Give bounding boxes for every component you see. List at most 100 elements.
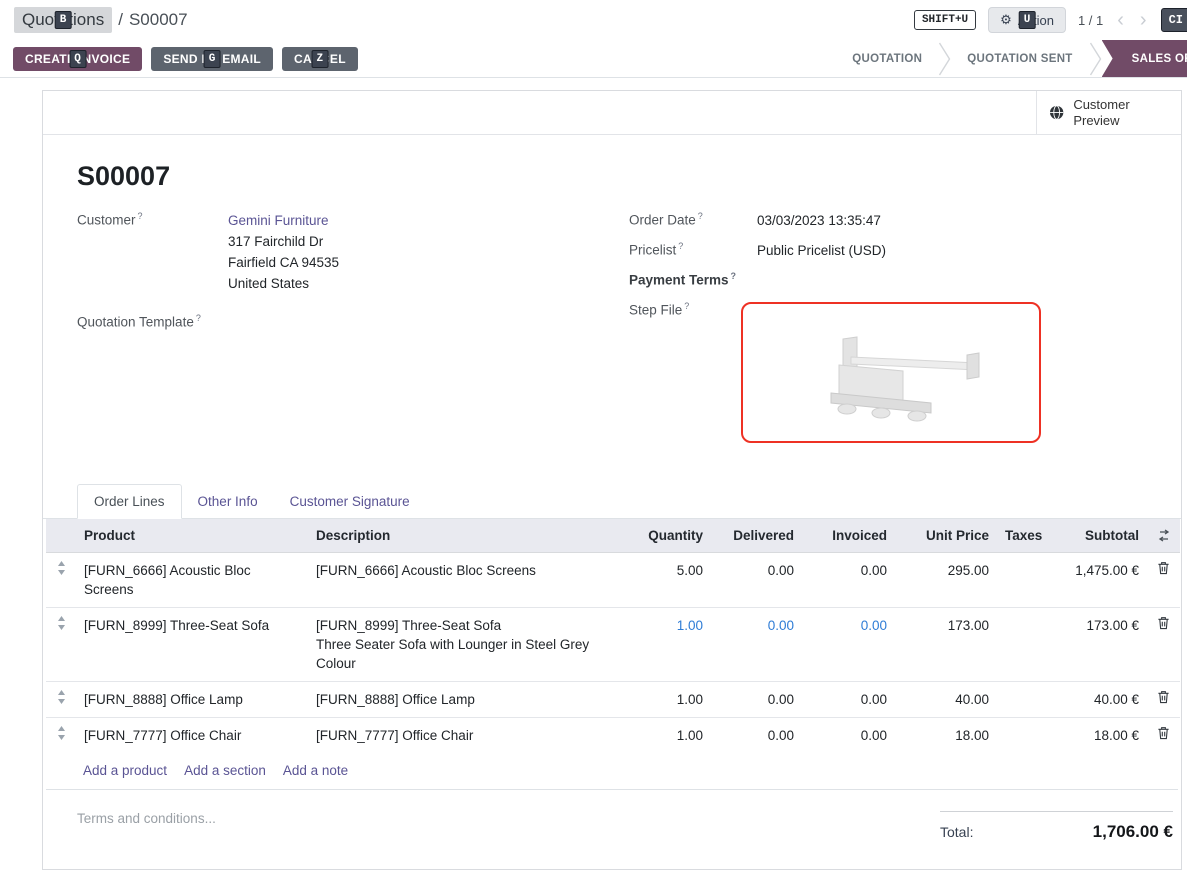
cell-delivered[interactable]: 0.00 xyxy=(711,681,802,717)
cell-invoiced[interactable]: 0.00 xyxy=(802,717,895,753)
cell-product[interactable]: [FURN_8888] Office Lamp xyxy=(76,681,308,717)
cell-quantity[interactable]: 1.00 xyxy=(615,717,711,753)
cell-description[interactable]: [FURN_8999] Three-Seat SofaThree Seater … xyxy=(308,607,615,681)
order-lines-table: Product Description Quantity Delivered I… xyxy=(46,519,1180,753)
add-a-note-link[interactable]: Add a note xyxy=(283,763,348,778)
odoo-sale-order-page: { "colors": { "primary": "#714B67", "lin… xyxy=(0,0,1187,827)
drag-handle[interactable] xyxy=(46,552,76,607)
cell-product[interactable]: [FURN_7777] Office Chair xyxy=(76,717,308,753)
column-delivered[interactable]: Delivered xyxy=(711,519,802,553)
cell-unit-price[interactable]: 173.00 xyxy=(895,607,997,681)
column-description[interactable]: Description xyxy=(308,519,615,553)
cell-unit-price[interactable]: 40.00 xyxy=(895,681,997,717)
column-options xyxy=(1147,519,1180,553)
tab-other-info[interactable]: Other Info xyxy=(182,485,274,518)
drag-handle[interactable] xyxy=(46,681,76,717)
cell-taxes[interactable] xyxy=(997,717,1041,753)
help-icon: ? xyxy=(698,211,703,221)
cell-invoiced[interactable]: 0.00 xyxy=(802,552,895,607)
action-bar: CREATE INVOICEQ SEND BY EMAILG CANCELZ QUO… xyxy=(0,40,1187,78)
step-file-label: Step File? xyxy=(629,300,757,318)
delete-row-button[interactable] xyxy=(1147,607,1180,681)
terms-input[interactable]: Terms and conditions... xyxy=(77,811,216,826)
cell-product[interactable]: [FURN_6666] Acoustic Bloc Screens xyxy=(76,552,308,607)
drag-handle[interactable] xyxy=(46,717,76,753)
column-subtotal[interactable]: Subtotal xyxy=(1041,519,1147,553)
pager-previous-icon[interactable]: ‹ xyxy=(1115,10,1126,30)
cell-description[interactable]: [FURN_6666] Acoustic Bloc Screens xyxy=(308,552,615,607)
address-line: Fairfield CA 94535 xyxy=(228,252,339,273)
cell-unit-price[interactable]: 18.00 xyxy=(895,717,997,753)
cell-subtotal: 1,475.00 € xyxy=(1041,552,1147,607)
delete-row-button[interactable] xyxy=(1147,681,1180,717)
add-a-section-link[interactable]: Add a section xyxy=(184,763,266,778)
cell-description-extra: Three Seater Sofa with Lounger in Steel … xyxy=(316,635,607,673)
table-row[interactable]: [FURN_8999] Three-Seat Sofa[FURN_8999] T… xyxy=(46,607,1180,681)
page-title: S00007 xyxy=(77,161,1147,192)
customer-link[interactable]: Gemini Furniture xyxy=(228,213,329,228)
action-menu-button[interactable]: ⚙ Action U xyxy=(988,7,1066,33)
send-by-email-button[interactable]: SEND BY EMAILG xyxy=(151,47,273,71)
cell-taxes[interactable] xyxy=(997,607,1041,681)
column-invoiced[interactable]: Invoiced xyxy=(802,519,895,553)
cell-description[interactable]: [FURN_7777] Office Chair xyxy=(308,717,615,753)
cell-subtotal: 18.00 € xyxy=(1041,717,1147,753)
cell-delivered[interactable]: 0.00 xyxy=(711,552,802,607)
create-invoice-button[interactable]: CREATE INVOICEQ xyxy=(13,47,142,71)
field-order-date: Order Date? 03/03/2023 13:35:47 xyxy=(629,210,1147,231)
cell-quantity[interactable]: 5.00 xyxy=(615,552,711,607)
delete-row-button[interactable] xyxy=(1147,552,1180,607)
total-value: 1,706.00 € xyxy=(1093,822,1173,842)
drag-handle[interactable] xyxy=(46,607,76,681)
total-box: Total: 1,706.00 € xyxy=(940,811,1173,842)
breadcrumb: Quotations B / S00007 xyxy=(14,7,188,33)
column-taxes[interactable]: Taxes xyxy=(997,519,1041,553)
delete-row-icon[interactable] xyxy=(1157,690,1170,704)
add-a-product-link[interactable]: Add a product xyxy=(83,763,167,778)
customer-address: 317 Fairchild Dr Fairfield CA 94535 Unit… xyxy=(228,231,339,294)
keyboard-hint: Z xyxy=(311,50,328,68)
cell-taxes[interactable] xyxy=(997,681,1041,717)
status-step-quotation-sent[interactable]: QUOTATION SENT xyxy=(951,40,1088,77)
cell-quantity[interactable]: 1.00 xyxy=(615,681,711,717)
column-quantity[interactable]: Quantity xyxy=(615,519,711,553)
keyboard-hint-breadcrumb: B xyxy=(55,11,72,29)
customer-label: Customer? xyxy=(77,210,228,228)
cell-quantity[interactable]: 1.00 xyxy=(615,607,711,681)
customer-preview-button[interactable]: Customer Preview xyxy=(1036,91,1181,134)
pager-next-icon[interactable]: › xyxy=(1138,10,1149,30)
delete-row-icon[interactable] xyxy=(1157,726,1170,740)
status-step-sales-order[interactable]: SALES ORDER xyxy=(1102,40,1187,77)
column-product[interactable]: Product xyxy=(76,519,308,553)
cell-product[interactable]: [FURN_8999] Three-Seat Sofa xyxy=(76,607,308,681)
help-icon: ? xyxy=(731,271,737,281)
cell-delivered[interactable]: 0.00 xyxy=(711,717,802,753)
table-row[interactable]: [FURN_8888] Office Lamp[FURN_8888] Offic… xyxy=(46,681,1180,717)
cell-unit-price[interactable]: 295.00 xyxy=(895,552,997,607)
table-row[interactable]: [FURN_6666] Acoustic Bloc Screens[FURN_6… xyxy=(46,552,1180,607)
step-file-image[interactable] xyxy=(741,302,1041,443)
cell-invoiced[interactable]: 0.00 xyxy=(802,607,895,681)
cell-taxes[interactable] xyxy=(997,552,1041,607)
pricelist-value[interactable]: Public Pricelist (USD) xyxy=(757,240,886,261)
pricelist-label: Pricelist? xyxy=(629,240,757,258)
optional-columns-icon[interactable] xyxy=(1157,529,1171,542)
quotation-template-label: Quotation Template? xyxy=(77,312,228,330)
status-step-quotation[interactable]: QUOTATION xyxy=(836,40,938,77)
cell-description[interactable]: [FURN_8888] Office Lamp xyxy=(308,681,615,717)
order-date-value[interactable]: 03/03/2023 13:35:47 xyxy=(757,210,881,231)
cancel-button[interactable]: CANCELZ xyxy=(282,47,358,71)
delete-row-button[interactable] xyxy=(1147,717,1180,753)
tab-customer-signature[interactable]: Customer Signature xyxy=(274,485,426,518)
field-payment-terms: Payment Terms? xyxy=(629,270,1147,288)
total-label: Total: xyxy=(940,824,973,840)
breadcrumb-quotations[interactable]: Quotations B xyxy=(14,7,112,33)
table-row[interactable]: [FURN_7777] Office Chair[FURN_7777] Offi… xyxy=(46,717,1180,753)
keyboard-hint-edge[interactable]: CI xyxy=(1161,8,1187,32)
cell-invoiced[interactable]: 0.00 xyxy=(802,681,895,717)
tab-order-lines[interactable]: Order Lines xyxy=(77,484,182,519)
delete-row-icon[interactable] xyxy=(1157,616,1170,630)
delete-row-icon[interactable] xyxy=(1157,561,1170,575)
cell-delivered[interactable]: 0.00 xyxy=(711,607,802,681)
column-unit-price[interactable]: Unit Price xyxy=(895,519,997,553)
